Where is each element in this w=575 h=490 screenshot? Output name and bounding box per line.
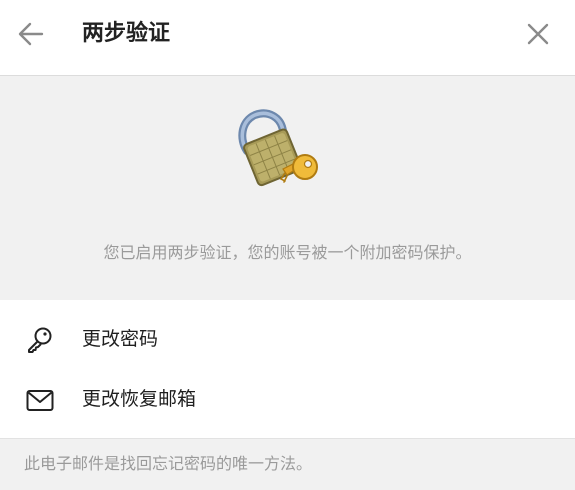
key-icon <box>28 327 52 353</box>
close-button[interactable] <box>521 17 555 51</box>
back-button[interactable] <box>14 17 48 51</box>
change-password-item[interactable]: 更改密码 <box>0 310 575 369</box>
footer-note-panel: 此电子邮件是找回忘记密码的唯一方法。 <box>0 438 575 490</box>
recovery-email-note: 此电子邮件是找回忘记密码的唯一方法。 <box>24 454 313 473</box>
two-step-status-panel: 您已启用两步验证，您的账号被一个附加密码保护。 <box>0 76 575 300</box>
change-password-label: 更改密码 <box>82 328 159 350</box>
two-step-description: 您已启用两步验证，您的账号被一个附加密码保护。 <box>103 243 472 262</box>
arrow-left-icon <box>18 22 44 46</box>
close-icon <box>527 23 549 45</box>
header-bar: 两步验证 <box>0 0 575 76</box>
padlock-with-key-icon <box>238 109 318 187</box>
envelope-icon <box>26 390 54 411</box>
change-recovery-email-label: 更改恢复邮箱 <box>82 388 197 410</box>
change-recovery-email-item[interactable]: 更改恢复邮箱 <box>0 370 575 429</box>
page-title: 两步验证 <box>82 21 171 46</box>
settings-menu: 更改密码 更改恢复邮箱 <box>0 300 575 438</box>
